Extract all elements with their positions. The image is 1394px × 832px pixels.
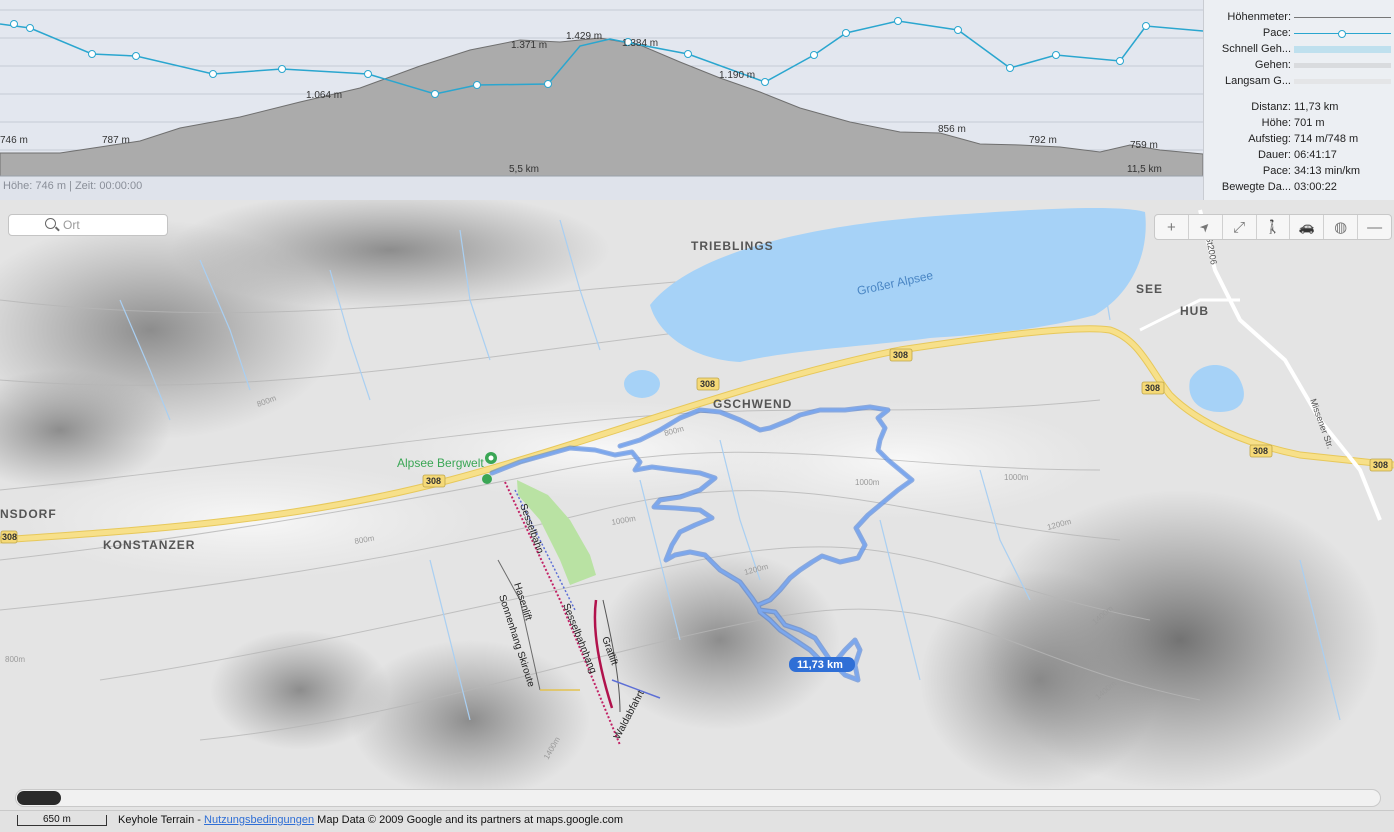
zoom-plus-icon: + bbox=[1167, 218, 1176, 236]
elev-label-1: 787 m bbox=[102, 135, 130, 146]
scrollbar-thumb[interactable] bbox=[17, 791, 61, 805]
elev-label-4: 1.429 m bbox=[566, 31, 602, 42]
legend-swatch-pale-gray bbox=[1294, 79, 1391, 84]
map-toolbar: + ➤ ⤢ 🚶 🚗 ◍ — bbox=[1154, 214, 1392, 240]
legend-slow-walk[interactable]: Langsam G... bbox=[1204, 74, 1394, 90]
globe-icon: ◍ bbox=[1334, 219, 1348, 236]
search-input[interactable] bbox=[63, 217, 163, 233]
road-number: 308 bbox=[1253, 446, 1268, 456]
stat-value: 701 m bbox=[1294, 117, 1325, 129]
stat-key: Aufstieg: bbox=[1248, 133, 1291, 145]
attribution: Keyhole Terrain - Nutzungsbedingungen Ma… bbox=[118, 814, 623, 826]
zoom-in-button[interactable]: + bbox=[1155, 215, 1189, 239]
legend-label: Gehen: bbox=[1254, 59, 1291, 71]
legend-swatch-light-gray bbox=[1294, 63, 1391, 68]
legend-marker-icon bbox=[1338, 30, 1346, 38]
distance-label-0: 5,5 km bbox=[509, 164, 539, 175]
track-distance-badge: 11,73 km bbox=[789, 657, 855, 672]
track-distance-label: 11,73 km bbox=[797, 659, 843, 671]
stat-value: 34:13 min/km bbox=[1294, 165, 1361, 177]
elev-label-8: 792 m bbox=[1029, 135, 1057, 146]
elev-label-5: 1.384 m bbox=[622, 38, 658, 49]
stat-distance: Distanz: 11,73 km bbox=[1204, 101, 1394, 117]
copyright-text: Map Data © 2009 Google and its partners … bbox=[314, 814, 624, 826]
stat-value: 06:41:17 bbox=[1294, 149, 1337, 161]
map-view[interactable]: 308 308 308 308 308 308 308 11,73 km TRI… bbox=[0, 200, 1394, 810]
legend-pace[interactable]: Pace: bbox=[1204, 26, 1394, 42]
stat-moving-duration: Bewegte Da... 03:00:22 bbox=[1204, 181, 1394, 197]
stats-panel: Höhenmeter: Pace: Schnell Geh... Gehen: … bbox=[1203, 0, 1394, 200]
elev-label-2: 1.064 m bbox=[306, 90, 342, 101]
contour-label: 1000m bbox=[855, 478, 880, 487]
walking-mode-button[interactable]: 🚶 bbox=[1257, 215, 1291, 239]
distance-label-1: 11,5 km bbox=[1127, 164, 1162, 175]
road-number: 308 bbox=[2, 532, 17, 542]
stat-altitude: Höhe: 701 m bbox=[1204, 117, 1394, 133]
terrain-label: Keyhole Terrain - bbox=[118, 814, 205, 826]
scale-bar: 650 m bbox=[17, 814, 107, 826]
stat-value: 03:00:22 bbox=[1294, 181, 1337, 193]
car-icon: 🚗 bbox=[1298, 219, 1315, 234]
poi-label: Alpsee Bergwelt bbox=[397, 456, 484, 470]
walking-icon: 🚶 bbox=[1264, 219, 1282, 234]
legend-label: Schnell Geh... bbox=[1221, 43, 1291, 55]
fullscreen-icon: ⤢ bbox=[1233, 218, 1246, 236]
terms-link[interactable]: Nutzungsbedingungen bbox=[204, 814, 314, 826]
elevation-profile-chart: 746 m 787 m 1.064 m 1.371 m 1.429 m 1.38… bbox=[0, 0, 1203, 177]
stat-duration: Dauer: 06:41:17 bbox=[1204, 149, 1394, 165]
search-icon bbox=[45, 218, 56, 229]
road-number: 308 bbox=[893, 350, 908, 360]
locate-button[interactable]: ➤ bbox=[1189, 215, 1223, 239]
stat-key: Höhe: bbox=[1261, 117, 1291, 129]
stat-key: Bewegte Da... bbox=[1221, 181, 1291, 193]
legend-label: Pace: bbox=[1262, 27, 1291, 39]
horizontal-scrollbar[interactable] bbox=[15, 789, 1381, 807]
stat-key: Distanz: bbox=[1251, 101, 1291, 113]
elev-label-0: 746 m bbox=[0, 135, 28, 146]
search-box[interactable] bbox=[8, 214, 168, 236]
legend-swatch-gray-line bbox=[1294, 17, 1391, 18]
zoom-minus-icon: — bbox=[1367, 218, 1383, 236]
stat-pace: Pace: 34:13 min/km bbox=[1204, 165, 1394, 181]
legend-walk[interactable]: Gehen: bbox=[1204, 58, 1394, 74]
globe-view-button[interactable]: ◍ bbox=[1324, 215, 1359, 239]
stat-ascent: Aufstieg: 714 m/748 m bbox=[1204, 133, 1394, 149]
stat-value: 11,73 km bbox=[1294, 101, 1339, 113]
stat-key: Pace: bbox=[1262, 165, 1291, 177]
place-label: HUB bbox=[1180, 304, 1209, 318]
place-label: KONSTANZER bbox=[103, 538, 195, 552]
driving-mode-button[interactable]: 🚗 bbox=[1290, 215, 1325, 239]
road-number: 308 bbox=[1373, 460, 1388, 470]
stat-key: Dauer: bbox=[1257, 149, 1291, 161]
locate-arrow-icon: ➤ bbox=[1196, 218, 1214, 236]
legend-fast-walk[interactable]: Schnell Geh... bbox=[1204, 42, 1394, 58]
elev-label-7: 856 m bbox=[938, 124, 966, 135]
stat-value: 714 m/748 m bbox=[1294, 133, 1359, 145]
elev-label-3: 1.371 m bbox=[511, 40, 547, 51]
fullscreen-button[interactable]: ⤢ bbox=[1223, 215, 1257, 239]
scale-label: 650 m bbox=[43, 814, 71, 825]
contour-label: 1000m bbox=[1004, 473, 1029, 482]
place-label: TRIEBLINGS bbox=[691, 239, 774, 253]
map-footer: 650 m Keyhole Terrain - Nutzungsbedingun… bbox=[0, 810, 1394, 832]
road-number: 308 bbox=[426, 476, 441, 486]
zoom-out-button[interactable]: — bbox=[1358, 215, 1391, 239]
place-label: NSDORF bbox=[0, 507, 57, 521]
map-canvas: 308 308 308 308 308 308 308 11,73 km TRI… bbox=[0, 200, 1394, 810]
road-number: 308 bbox=[700, 379, 715, 389]
place-label: SEE bbox=[1136, 282, 1163, 296]
legend-altitude[interactable]: Höhenmeter: bbox=[1204, 10, 1394, 26]
profile-status: Höhe: 746 m | Zeit: 00:00:00 bbox=[3, 180, 143, 192]
elev-label-6: 1.190 m bbox=[719, 70, 755, 81]
legend-label: Höhenmeter: bbox=[1227, 11, 1291, 23]
place-label: GSCHWEND bbox=[713, 397, 792, 411]
elev-label-9: 759 m bbox=[1130, 140, 1158, 151]
contour-label: 800m bbox=[5, 655, 25, 664]
legend-label: Langsam G... bbox=[1224, 75, 1291, 87]
elevation-profile[interactable]: 746 m 787 m 1.064 m 1.371 m 1.429 m 1.38… bbox=[0, 0, 1203, 200]
legend-swatch-light-blue bbox=[1294, 46, 1391, 53]
road-number: 308 bbox=[1145, 383, 1160, 393]
